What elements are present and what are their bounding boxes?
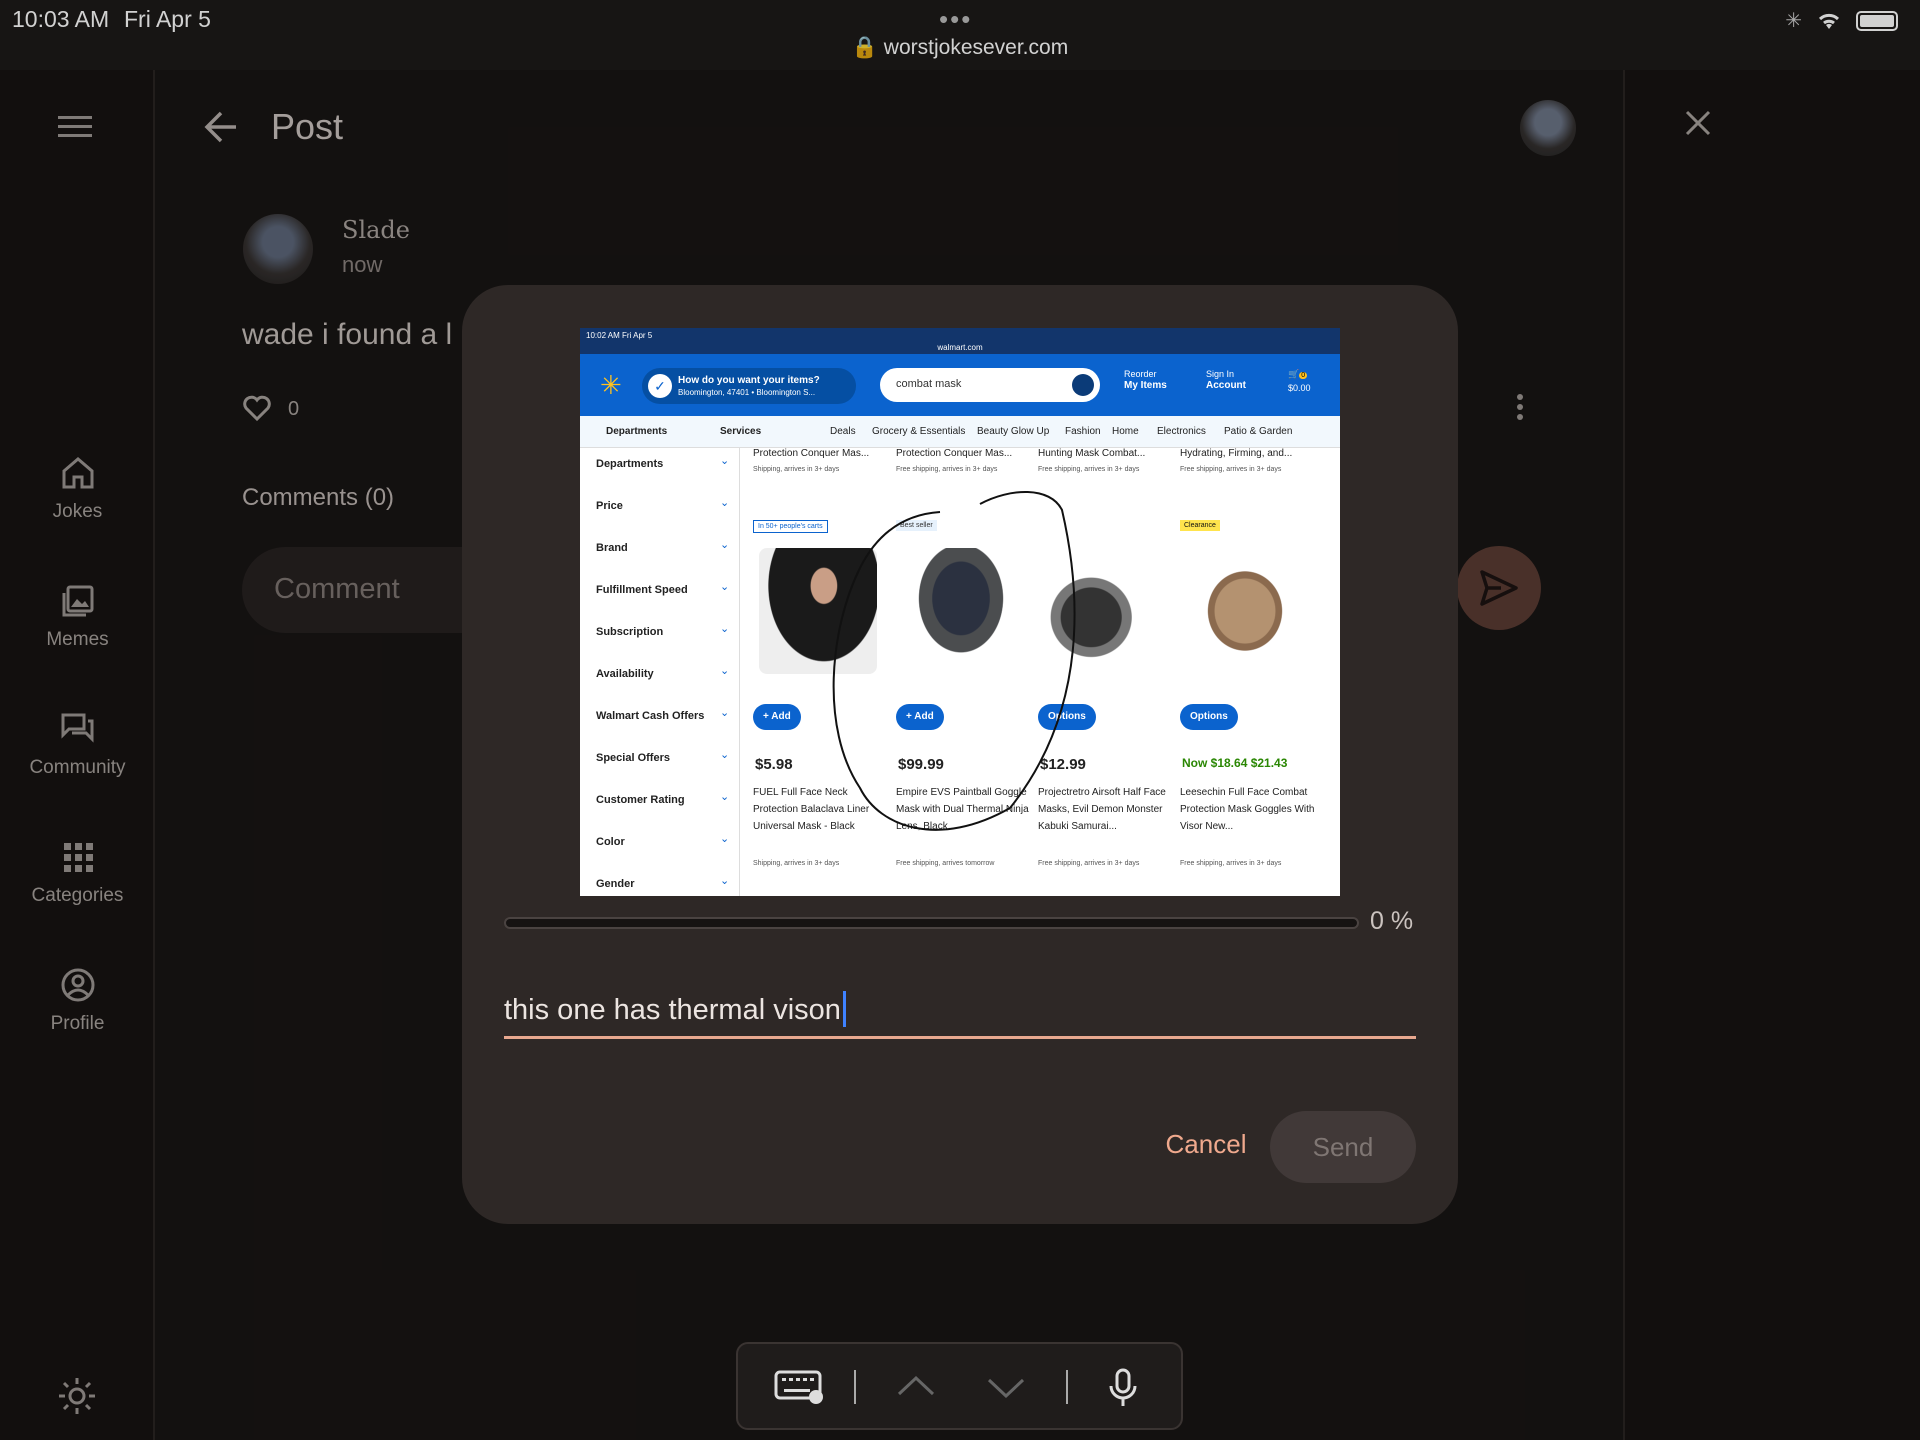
keyboard-icon[interactable] [774,1370,824,1404]
chevron-up-icon[interactable] [896,1374,936,1398]
text-cursor [842,991,846,1027]
microphone-icon[interactable] [1108,1368,1138,1408]
toolbar-divider [854,1370,856,1404]
keyboard-toolbar [736,1342,1183,1430]
send-button[interactable]: Send [1270,1111,1416,1183]
chevron-down-icon[interactable] [986,1376,1026,1400]
toolbar-divider [1066,1370,1068,1404]
cancel-button[interactable]: Cancel [1136,1109,1276,1179]
caption-input[interactable] [504,985,1416,1039]
circle-annotation [832,490,1076,831]
attachment-preview: 10:02 AM Fri Apr 5 walmart.com ✳ ✓ How d… [580,328,1340,896]
upload-progress-label: 0 % [1370,907,1414,935]
upload-progress-bar [504,917,1359,929]
upload-dialog: 10:02 AM Fri Apr 5 walmart.com ✳ ✓ How d… [462,285,1458,1224]
